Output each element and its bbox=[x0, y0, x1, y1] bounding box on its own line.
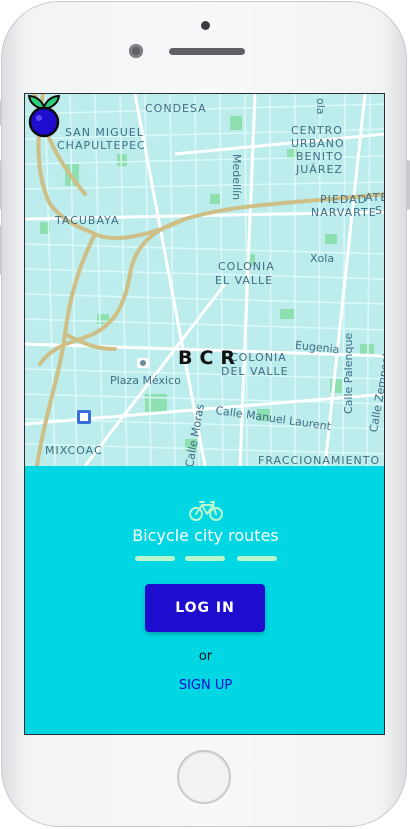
map-label-chapultepec: CHAPULTEPEC bbox=[57, 139, 146, 152]
map-label-benito: BENITO bbox=[296, 150, 344, 163]
map-label-mixcoac: MIXCOAC bbox=[45, 444, 103, 457]
front-camera bbox=[129, 44, 143, 58]
map-label-ate: ATE bbox=[365, 191, 384, 204]
map-label-condesa: CONDESA bbox=[145, 102, 207, 115]
or-separator: or bbox=[198, 649, 213, 664]
map-label-urbano: URBANO bbox=[291, 137, 345, 150]
progress-step-3 bbox=[237, 556, 277, 561]
map-label-piedad: PIEDAD bbox=[320, 193, 368, 206]
onboarding-panel: Bicycle city routes LOG IN or SIGN UP bbox=[25, 466, 384, 734]
map-label-narvarte: NARVARTE bbox=[311, 206, 377, 219]
map-label-calle-palenque: Calle Palenque bbox=[342, 332, 355, 414]
app-screen: CONDESA SAN MIGUEL CHAPULTEPEC CENTRO UR… bbox=[24, 93, 385, 735]
progress-step-2 bbox=[185, 556, 225, 561]
brand-name: BCR bbox=[178, 347, 243, 369]
progress-step-1 bbox=[135, 556, 175, 561]
signup-link[interactable]: SIGN UP bbox=[25, 678, 384, 693]
map-label-plaza-mexico: Plaza México bbox=[110, 374, 181, 387]
home-button[interactable] bbox=[177, 750, 231, 804]
city-map[interactable]: CONDESA SAN MIGUEL CHAPULTEPEC CENTRO UR… bbox=[25, 94, 384, 466]
map-label-tacubaya: TACUBAYA bbox=[55, 214, 120, 227]
map-label-xola: Xola bbox=[310, 252, 335, 265]
map-label-fraccionamiento: FRACCIONAMIENTO bbox=[258, 454, 381, 466]
map-label-colonia-el-valle-1: COLONIA bbox=[218, 260, 275, 273]
proximity-sensor bbox=[201, 21, 210, 30]
login-button[interactable]: LOG IN bbox=[145, 584, 265, 632]
map-label-colonia-el-valle-2: EL VALLE bbox=[215, 274, 274, 287]
map-label-medellin: Medellín bbox=[230, 154, 243, 201]
blueberry-logo-icon bbox=[27, 94, 61, 138]
app-tagline: Bicycle city routes bbox=[132, 526, 279, 545]
map-label-centro: CENTRO bbox=[291, 124, 343, 137]
map-label-ate-s: S bbox=[375, 204, 383, 217]
earpiece-speaker bbox=[169, 48, 245, 55]
map-label-ola: ola bbox=[314, 98, 327, 115]
map-label-san-miguel: SAN MIGUEL bbox=[65, 126, 144, 139]
map-label-juarez: JUÁREZ bbox=[296, 163, 343, 176]
bicycle-icon bbox=[189, 501, 223, 521]
